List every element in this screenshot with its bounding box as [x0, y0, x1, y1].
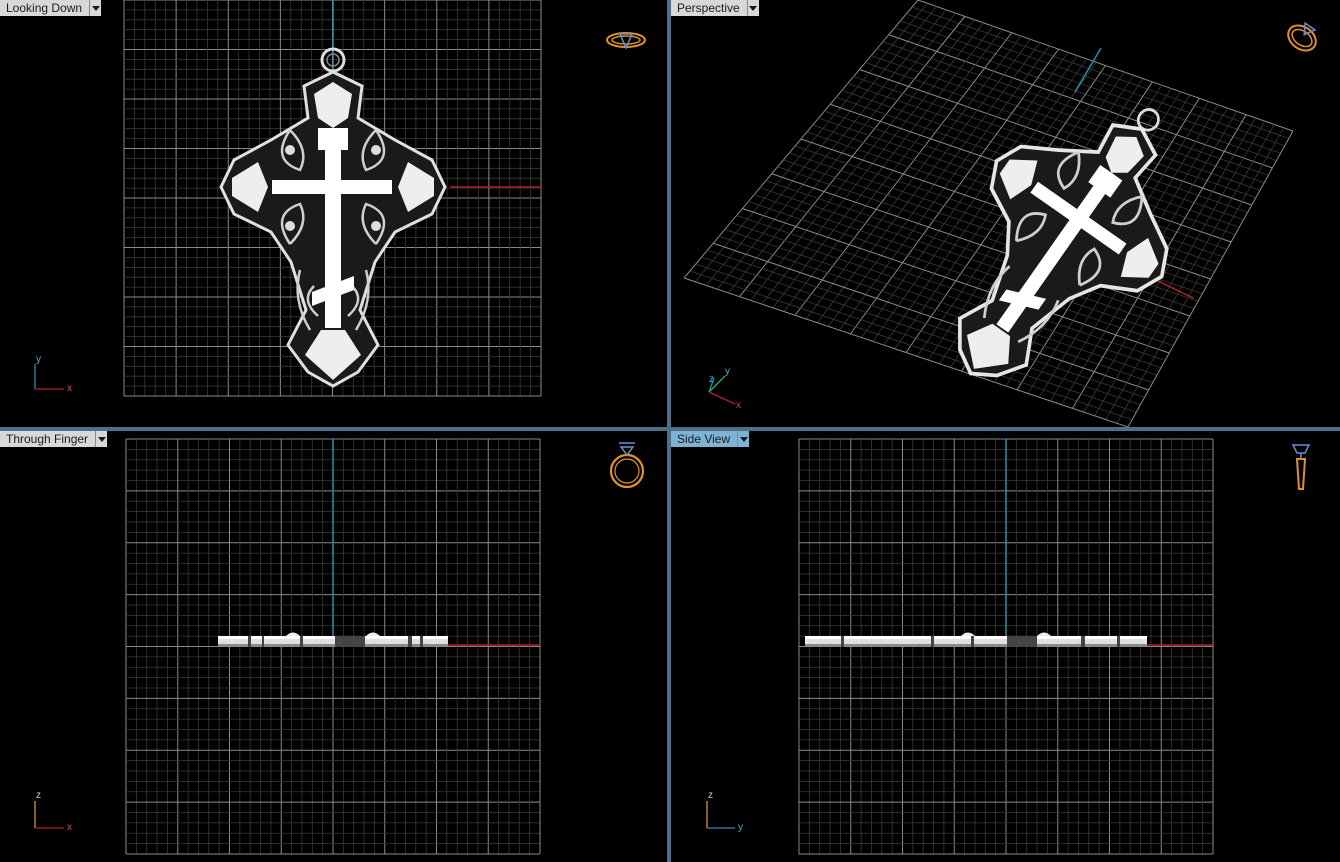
axis-triad — [706, 801, 735, 829]
axis-label-z: z — [708, 790, 713, 801]
ring-side-icon — [1291, 444, 1311, 490]
ring-front-icon — [609, 442, 645, 489]
ring-top-icon — [606, 32, 646, 50]
viewport-title[interactable]: Side View — [671, 431, 739, 447]
axis-label-z: z — [709, 374, 714, 385]
viewport-menu-dropdown[interactable] — [90, 0, 102, 16]
viewport-menu-dropdown[interactable] — [96, 431, 108, 447]
viewport-menu-dropdown[interactable] — [738, 431, 750, 447]
viewport-title[interactable]: Looking Down — [0, 0, 91, 16]
viewport-perspective[interactable]: Perspective z y x — [671, 0, 1340, 427]
viewport-label-looking-down[interactable]: Looking Down — [0, 0, 102, 16]
viewport-canvas[interactable]: y x — [0, 0, 667, 427]
axis-label-z: z — [36, 790, 41, 801]
axis-label-y: y — [36, 354, 41, 365]
viewport-canvas[interactable]: z y — [671, 431, 1340, 862]
viewport-canvas[interactable]: z y x — [671, 0, 1340, 427]
viewport-side-view[interactable]: Side View z y — [671, 431, 1340, 862]
viewport-label-perspective[interactable]: Perspective — [671, 0, 759, 16]
ring-perspective-icon — [1287, 21, 1317, 52]
viewport-label-through-finger[interactable]: Through Finger — [0, 431, 108, 447]
axis-label-x: x — [736, 400, 741, 411]
viewport-looking-down[interactable]: Looking Down y x — [0, 0, 667, 427]
cross-pendant-model[interactable] — [219, 47, 447, 388]
viewport-title[interactable]: Through Finger — [0, 431, 97, 447]
axis-label-x: x — [67, 822, 72, 833]
axis-triad — [34, 801, 64, 829]
viewport-through-finger[interactable]: Through Finger z x — [0, 431, 667, 862]
axis-label-y: y — [738, 822, 743, 833]
viewport-menu-dropdown[interactable] — [747, 0, 759, 16]
axis-label-x: x — [67, 383, 72, 394]
axis-label-y: y — [725, 366, 730, 377]
axis-triad — [34, 364, 64, 390]
viewport-canvas[interactable]: z x — [0, 431, 667, 862]
cross-pendant-profile[interactable] — [805, 632, 1147, 648]
viewport-label-side-view[interactable]: Side View — [671, 431, 750, 447]
viewport-title[interactable]: Perspective — [671, 0, 748, 16]
